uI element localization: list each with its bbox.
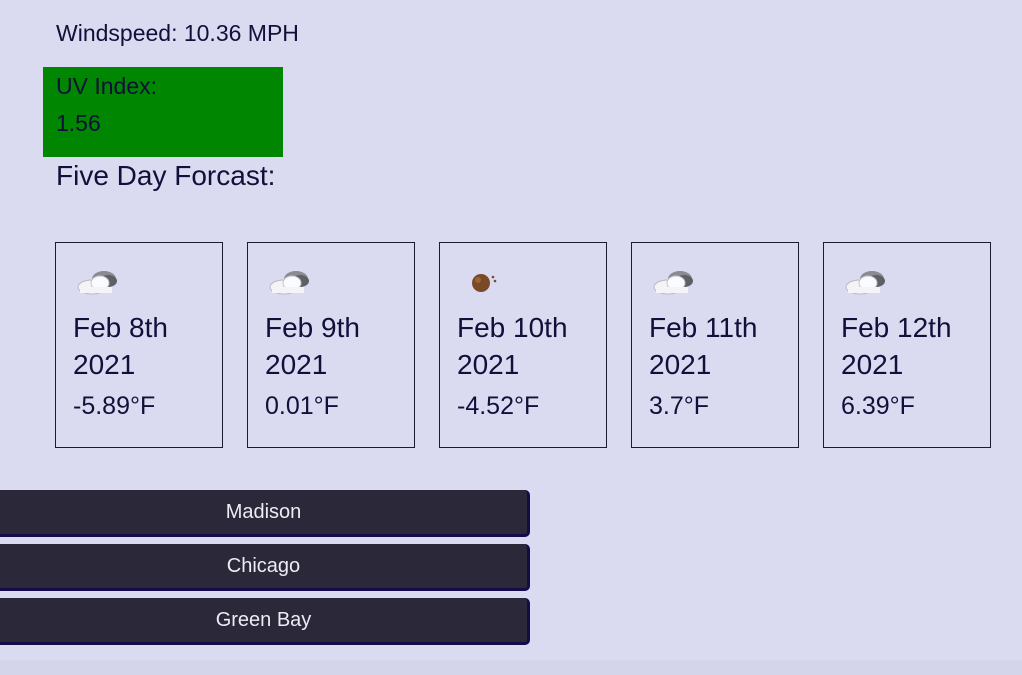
- forecast-row: Feb 8th 2021 -5.89°F Feb 9th 2021 0.01°F…: [55, 242, 995, 448]
- forecast-title: Five Day Forcast:: [56, 160, 276, 191]
- cloudy-icon: [845, 271, 885, 295]
- search-history-list: Madison Chicago Green Bay: [0, 490, 530, 652]
- forecast-temp: -4.52°F: [457, 392, 540, 420]
- city-button-chicago[interactable]: Chicago: [0, 544, 530, 591]
- uv-index-label: UV Index:: [56, 73, 157, 99]
- forecast-card: Feb 8th 2021 -5.89°F: [55, 242, 223, 448]
- forecast-date: Feb 12th 2021: [841, 312, 952, 380]
- uv-index-box: UV Index: 1.56: [43, 67, 283, 157]
- cloudy-icon: [77, 271, 117, 295]
- forecast-date: Feb 8th 2021: [73, 312, 168, 380]
- forecast-card: Feb 10th 2021 -4.52°F: [439, 242, 607, 448]
- forecast-card: Feb 9th 2021 0.01°F: [247, 242, 415, 448]
- cloudy-icon: [653, 271, 693, 295]
- windspeed-text: Windspeed: 10.36 MPH: [56, 20, 299, 46]
- forecast-temp: 6.39°F: [841, 392, 915, 420]
- city-button-madison[interactable]: Madison: [0, 490, 530, 537]
- forecast-card: Feb 12th 2021 6.39°F: [823, 242, 991, 448]
- moon-icon: [472, 274, 497, 292]
- forecast-date: Feb 10th 2021: [457, 312, 568, 380]
- forecast-card: Feb 11th 2021 3.7°F: [631, 242, 799, 448]
- city-button-green-bay[interactable]: Green Bay: [0, 598, 530, 645]
- uv-index-value: 1.56: [56, 110, 101, 136]
- forecast-date: Feb 11th 2021: [649, 312, 758, 380]
- forecast-temp: 3.7°F: [649, 392, 710, 420]
- cloudy-icon: [269, 271, 309, 295]
- forecast-temp: -5.89°F: [73, 392, 156, 420]
- forecast-temp: 0.01°F: [265, 392, 339, 420]
- forecast-date: Feb 9th 2021: [265, 312, 360, 380]
- bottom-strip: [0, 660, 1022, 675]
